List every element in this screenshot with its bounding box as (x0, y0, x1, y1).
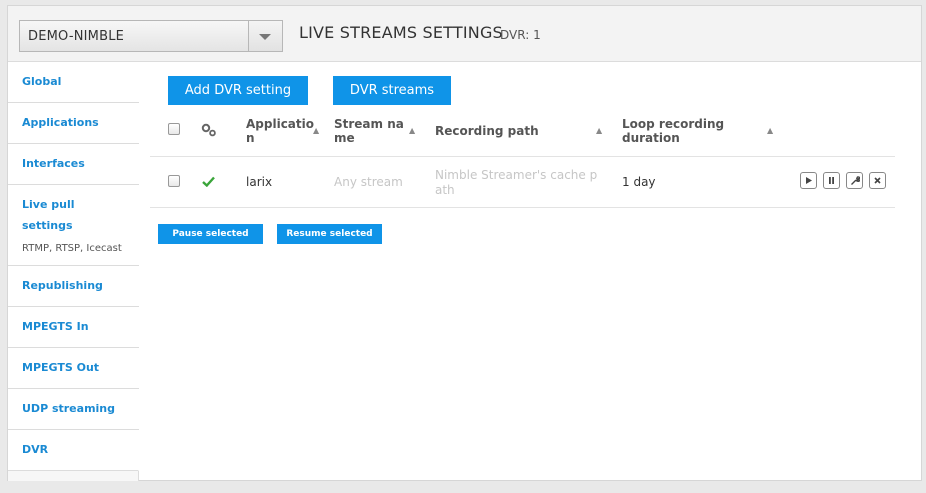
sidebar-item-udp-streaming[interactable]: UDP streaming (8, 389, 139, 430)
sidebar-item-mpegts-in[interactable]: MPEGTS In (8, 307, 139, 348)
column-header-loop-duration[interactable]: Loop recording (622, 117, 724, 131)
cell-stream-name: Any stream (334, 175, 403, 189)
sidebar-item-label: Live pull (22, 198, 75, 211)
sidebar-item-label: settings (22, 219, 73, 232)
play-icon (806, 177, 812, 184)
column-header-loop-duration-line2: duration (622, 131, 680, 145)
chevron-down-icon (259, 34, 271, 40)
cell-recording-path: Nimble Streamer's cache p (435, 168, 598, 182)
sidebar-item-mpegts-out[interactable]: MPEGTS Out (8, 348, 139, 389)
cell-recording-path-line2: ath (435, 183, 455, 197)
sidebar-item-republishing[interactable]: Republishing (8, 266, 139, 307)
table-divider (150, 207, 895, 208)
page-title: LIVE STREAMS SETTINGS (299, 23, 503, 42)
cell-loop-duration: 1 day (622, 175, 656, 189)
edit-button[interactable] (846, 172, 863, 189)
pause-button[interactable] (823, 172, 840, 189)
close-icon (874, 177, 881, 184)
sort-icon[interactable]: ▲ (596, 126, 602, 135)
sidebar-item-label: DVR (22, 443, 49, 456)
sidebar-item-live-pull-settings[interactable]: Live pull settings RTMP, RTSP, Icecast (8, 185, 139, 266)
server-select-value: DEMO-NIMBLE (28, 29, 125, 44)
resume-selected-button[interactable]: Resume selected (277, 224, 382, 244)
table-divider (150, 156, 895, 157)
main-panel: DEMO-NIMBLE LIVE STREAMS SETTINGS DVR: 1… (7, 5, 922, 481)
sidebar-item-global[interactable]: Global (8, 62, 139, 103)
pause-icon (829, 177, 834, 184)
sort-icon[interactable]: ▲ (409, 126, 415, 135)
sidebar-item-dvr[interactable]: DVR (8, 430, 139, 471)
header-bar: DEMO-NIMBLE LIVE STREAMS SETTINGS DVR: 1 (8, 6, 921, 62)
server-select-toggle[interactable] (248, 21, 282, 51)
check-icon (202, 176, 215, 187)
sidebar-item-label: Republishing (22, 279, 103, 292)
sidebar-item-label: MPEGTS In (22, 320, 89, 333)
select-all-checkbox[interactable] (168, 123, 180, 135)
dvr-count: DVR: 1 (500, 28, 541, 42)
sidebar-item-label: Interfaces (22, 157, 85, 170)
sidebar-item-sublabel: RTMP, RTSP, Icecast (22, 243, 122, 254)
sidebar-item-label: UDP streaming (22, 402, 116, 415)
column-header-application-line2: n (246, 131, 255, 145)
dvr-streams-button[interactable]: DVR streams (333, 76, 451, 105)
play-button[interactable] (800, 172, 817, 189)
pause-selected-button[interactable]: Pause selected (158, 224, 263, 244)
server-select[interactable]: DEMO-NIMBLE (19, 20, 283, 52)
sidebar-item-label: MPEGTS Out (22, 361, 100, 374)
delete-button[interactable] (869, 172, 886, 189)
sort-icon[interactable]: ▲ (313, 126, 319, 135)
column-header-recording-path[interactable]: Recording path (435, 124, 539, 138)
sidebar-item-label: Applications (22, 116, 99, 129)
cell-application: larix (246, 175, 273, 189)
sidebar-item-label: Global (22, 75, 62, 88)
row-checkbox[interactable] (168, 175, 180, 187)
column-header-application[interactable]: Applicatio (246, 117, 314, 131)
sidebar-item-interfaces[interactable]: Interfaces (8, 144, 139, 185)
sidebar-item-applications[interactable]: Applications (8, 103, 139, 144)
add-dvr-setting-button[interactable]: Add DVR setting (168, 76, 308, 105)
sort-icon[interactable]: ▲ (767, 126, 773, 135)
wrench-icon (850, 176, 861, 185)
column-header-stream-name-line2: me (334, 131, 355, 145)
gears-icon (201, 123, 216, 137)
sidebar: Global Applications Interfaces Live pull… (8, 62, 139, 481)
column-header-stream-name[interactable]: Stream na (334, 117, 404, 131)
